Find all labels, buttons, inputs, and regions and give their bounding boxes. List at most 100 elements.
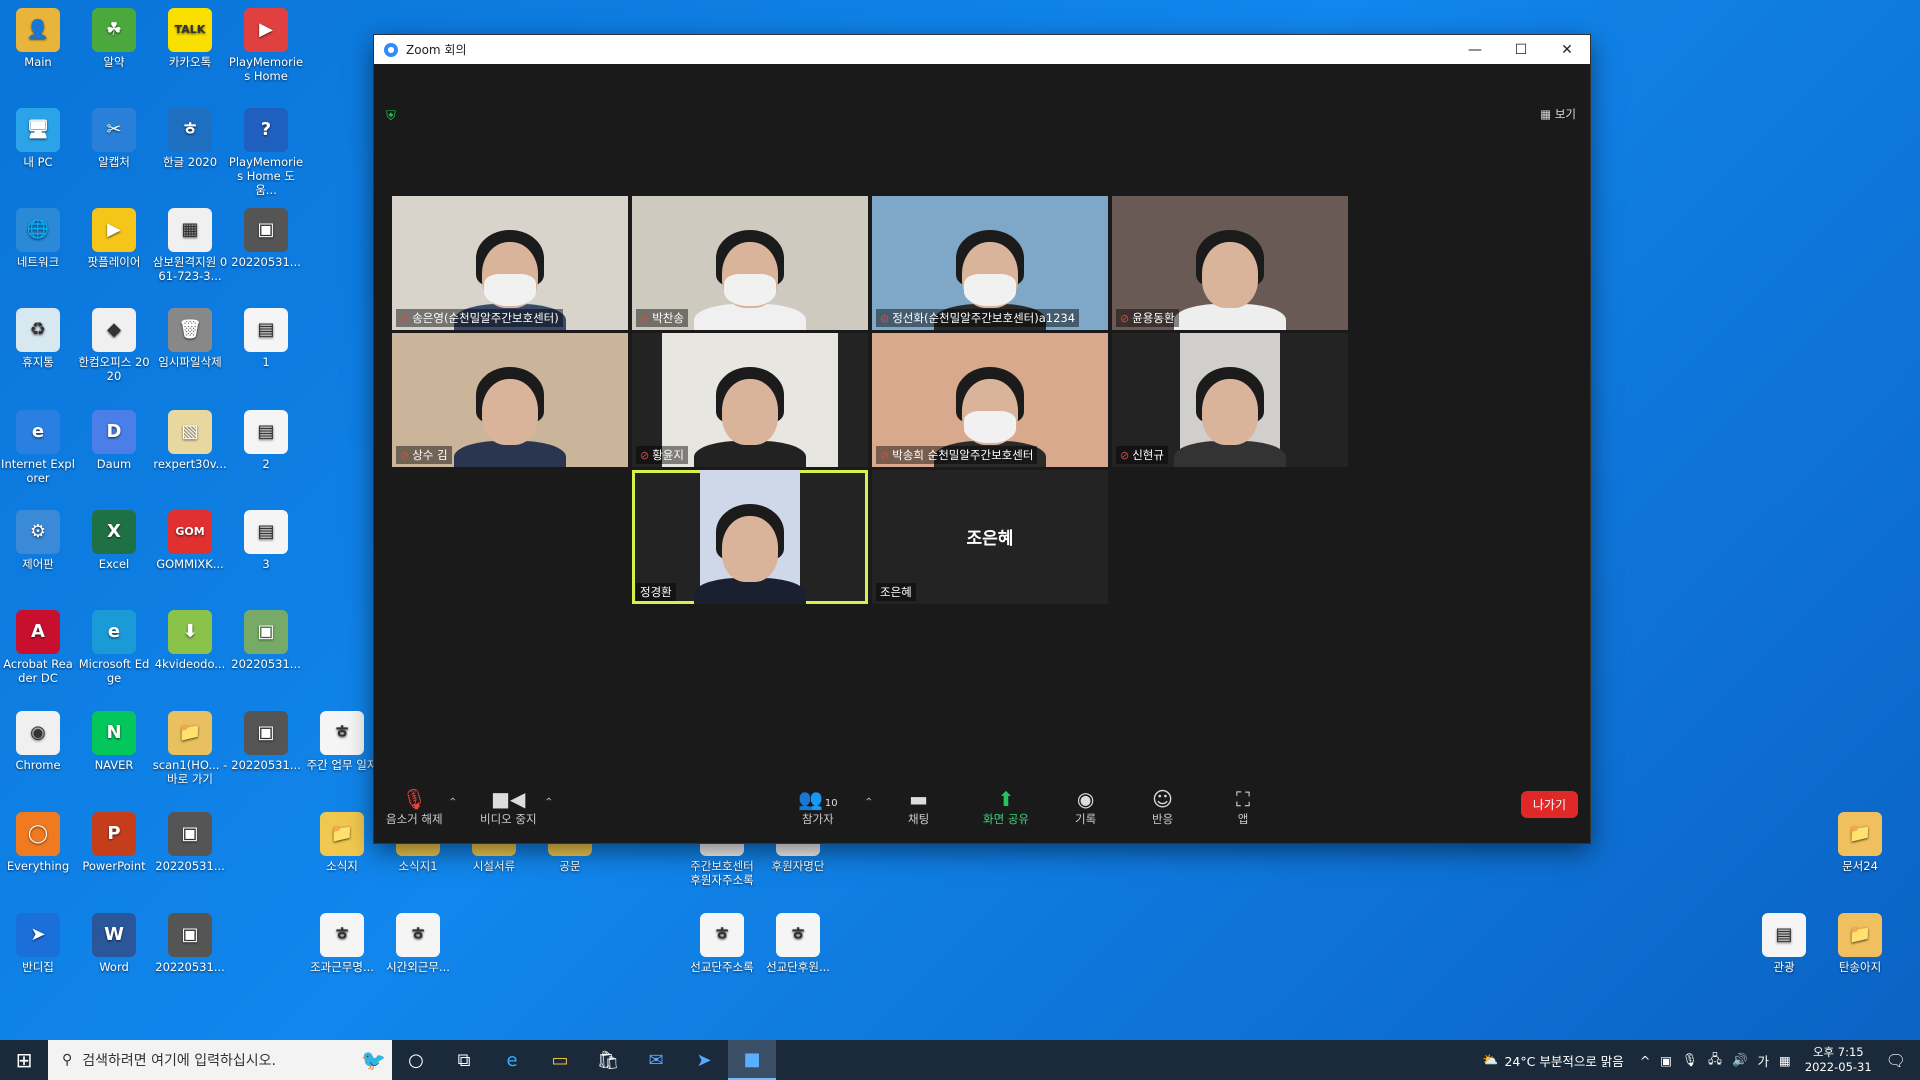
desktop-icon[interactable]: ▦ 삼보원격지원 061-723-3... (152, 208, 228, 283)
network-icon[interactable]: 🖧 (1708, 1050, 1722, 1071)
clock[interactable]: 오후 7:15 2022-05-31 (1805, 1045, 1872, 1075)
participant-name: 정경환 (640, 585, 672, 599)
desktop-icon[interactable]: D Daum (76, 410, 152, 471)
desktop-icon[interactable]: ▤ 1 (228, 308, 304, 369)
desktop-icon[interactable]: ▶ PlayMemories Home (228, 8, 304, 83)
desktop-icon[interactable]: ▤ 2 (228, 410, 304, 471)
desktop-icon[interactable]: 📁 탄송아지 (1822, 913, 1898, 974)
chat-button[interactable]: ▬ 채팅 (908, 787, 929, 827)
desktop-icon[interactable]: ▤ 관광 (1746, 913, 1822, 974)
ime-indicator[interactable]: 가 (1758, 1051, 1770, 1070)
bandizip-taskbar-icon[interactable]: ➤ (680, 1040, 728, 1080)
desktop-icon[interactable]: ㅎ 조과근무명... (304, 913, 380, 974)
maximize-button[interactable]: ☐ (1498, 35, 1544, 64)
desktop-icon[interactable]: ▣ 20220531... (228, 208, 304, 269)
participant-video-tile[interactable]: ⊘ 신현규 (1112, 333, 1348, 467)
desktop-icon[interactable]: 🗑 임시파일삭제 (152, 308, 228, 369)
desktop-icon[interactable]: W Word (76, 913, 152, 974)
taskbar-search-box[interactable]: ⚲ 검색하려면 여기에 입력하십시오. 🐦 (48, 1040, 392, 1080)
desktop-icon[interactable]: e Internet Explorer (0, 410, 76, 485)
notification-center-icon[interactable]: 🗨 (1886, 1051, 1906, 1070)
close-button[interactable]: ✕ (1544, 35, 1590, 64)
desktop-icon[interactable]: ☘ 알약 (76, 8, 152, 69)
audio-options-caret[interactable]: ⌃ (448, 795, 458, 809)
desktop-icon[interactable]: A Acrobat Reader DC (0, 610, 76, 685)
desktop-icon[interactable]: 📁 소식지 (304, 812, 380, 873)
participant-video-tile[interactable]: 정경환 (632, 470, 868, 604)
unmute-button[interactable]: 🎙 음소거 해제 (386, 787, 443, 827)
leave-button[interactable]: 나가기 (1520, 791, 1578, 818)
file-explorer-taskbar-icon[interactable]: ▭ (536, 1040, 584, 1080)
cortana-button[interactable]: ○ (392, 1040, 440, 1080)
desktop-icon[interactable]: ▣ 20220531... (152, 812, 228, 873)
share-screen-button[interactable]: ⬆ 화면 공유 (983, 787, 1029, 827)
participant-video-tile[interactable]: ⊘ 상수 김 (392, 333, 628, 467)
video-options-caret[interactable]: ⌃ (544, 795, 554, 809)
desktop-icon-label: 카카오톡 (168, 55, 212, 69)
desktop-icon[interactable]: ▣ 20220531... (152, 913, 228, 974)
stop-video-button[interactable]: ■◀ 비디오 중지 (480, 787, 537, 827)
weather-text[interactable]: 24°C 부분적으로 맑음 (1504, 1051, 1623, 1070)
start-button[interactable]: ⊞ (0, 1040, 48, 1080)
show-hidden-icons-icon[interactable]: ^ (1640, 1053, 1650, 1068)
mail-taskbar-icon[interactable]: ✉ (632, 1040, 680, 1080)
desktop-icon[interactable]: TALK 카카오톡 (152, 8, 228, 69)
desktop-icon[interactable]: ▧ rexpert30v... (152, 410, 228, 471)
window-title: Zoom 회의 (406, 43, 467, 57)
participant-video-tile[interactable]: ⊘ 박송희 순천밀알주간보호센터 (872, 333, 1108, 467)
participant-video-tile[interactable]: ⊘ 윤용동환 (1112, 196, 1348, 330)
participant-video-tile[interactable]: ⊘ 황윤지 (632, 333, 868, 467)
desktop-icon[interactable]: ◯ Everything (0, 812, 76, 873)
desktop-icon[interactable]: ▶ 팟플레이어 (76, 208, 152, 269)
desktop-icon[interactable]: 📁 문서24 (1822, 812, 1898, 873)
desktop-icon[interactable]: ㅎ 선교단후원... (760, 913, 836, 974)
desktop-icon[interactable]: ⚙ 제어판 (0, 510, 76, 571)
zoom-title-bar[interactable]: ● Zoom 회의 — ☐ ✕ (374, 35, 1590, 64)
desktop-icon-label: 네트워크 (16, 255, 60, 269)
desktop-icon[interactable]: N NAVER (76, 711, 152, 772)
desktop-icon[interactable]: 👤 Main (0, 8, 76, 69)
desktop-icon[interactable]: ▣ 20220531... (228, 711, 304, 772)
desktop-icon[interactable]: ◉ Chrome (0, 711, 76, 772)
desktop-icon[interactable]: e Microsoft Edge (76, 610, 152, 685)
participant-video-tile[interactable]: ⊘ 정선화(순천밀알주간보호센터)a1234 (872, 196, 1108, 330)
desktop-icon[interactable]: ⬇ 4kvideodo... (152, 610, 228, 671)
desktop-icon[interactable]: ㅎ 한글 2020 (152, 108, 228, 169)
desktop-icon[interactable]: X Excel (76, 510, 152, 571)
desktop-icon[interactable]: ㅎ 시간외근무... (380, 913, 456, 974)
record-button[interactable]: ◉ 기록 (1075, 787, 1096, 827)
desktop-icon[interactable]: ➤ 반디집 (0, 913, 76, 974)
security-shield-icon[interactable]: ⛨ (386, 109, 400, 124)
desktop-icon[interactable]: 🖥 내 PC (0, 108, 76, 169)
view-button[interactable]: ▦ 보기 (1540, 106, 1576, 122)
participants-button[interactable]: 👥 10 참가자 (798, 787, 838, 827)
store-taskbar-icon[interactable]: 🛍 (584, 1040, 632, 1080)
desktop-icon[interactable]: ㅎ 주간 업무 일지 (304, 711, 380, 772)
desktop-icon[interactable]: 🌐 네트워크 (0, 208, 76, 269)
desktop-icon[interactable]: ▣ 20220531... (228, 610, 304, 671)
edge-taskbar-icon[interactable]: e (488, 1040, 536, 1080)
desktop-icon[interactable]: ✂ 알캡처 (76, 108, 152, 169)
participant-video-tile[interactable]: ⊘ 송은영(순천밀알주간보호센터) (392, 196, 628, 330)
desktop-icon[interactable]: ◆ 한컴오피스 2020 (76, 308, 152, 383)
desktop-icon[interactable]: ? PlayMemories Home 도움... (228, 108, 304, 197)
desktop-icon[interactable]: ▤ 3 (228, 510, 304, 571)
keyboard-layout-icon[interactable]: ▦ (1779, 1053, 1791, 1068)
participant-name: 황윤지 (652, 448, 684, 462)
zoom-taskbar-icon[interactable]: ■ (728, 1040, 776, 1080)
desktop-icon[interactable]: ㅎ 선교단주소록 (684, 913, 760, 974)
desktop-icon[interactable]: ♻ 휴지통 (0, 308, 76, 369)
participant-video-tile[interactable]: 조은혜 조은혜 (872, 470, 1108, 604)
desktop-icon[interactable]: GOM GOMMIXK... (152, 510, 228, 571)
apps-button[interactable]: ⛶ 앱 (1236, 787, 1250, 827)
minimize-button[interactable]: — (1452, 35, 1498, 64)
reactions-button[interactable]: ☺ 반응 (1152, 787, 1173, 827)
desktop-icon[interactable]: 📁 scan1(HO... - 바로 가기 (152, 711, 228, 786)
microphone-tray-icon[interactable]: 🎙 (1682, 1052, 1698, 1068)
task-view-button[interactable]: ⧉ (440, 1040, 488, 1080)
participant-video-tile[interactable]: ⊘ 박찬송 (632, 196, 868, 330)
volume-icon[interactable]: 🔊 (1732, 1052, 1748, 1068)
camera-tray-icon[interactable]: ▣ (1660, 1053, 1672, 1068)
participants-options-caret[interactable]: ⌃ (864, 795, 874, 809)
desktop-icon[interactable]: P PowerPoint (76, 812, 152, 873)
